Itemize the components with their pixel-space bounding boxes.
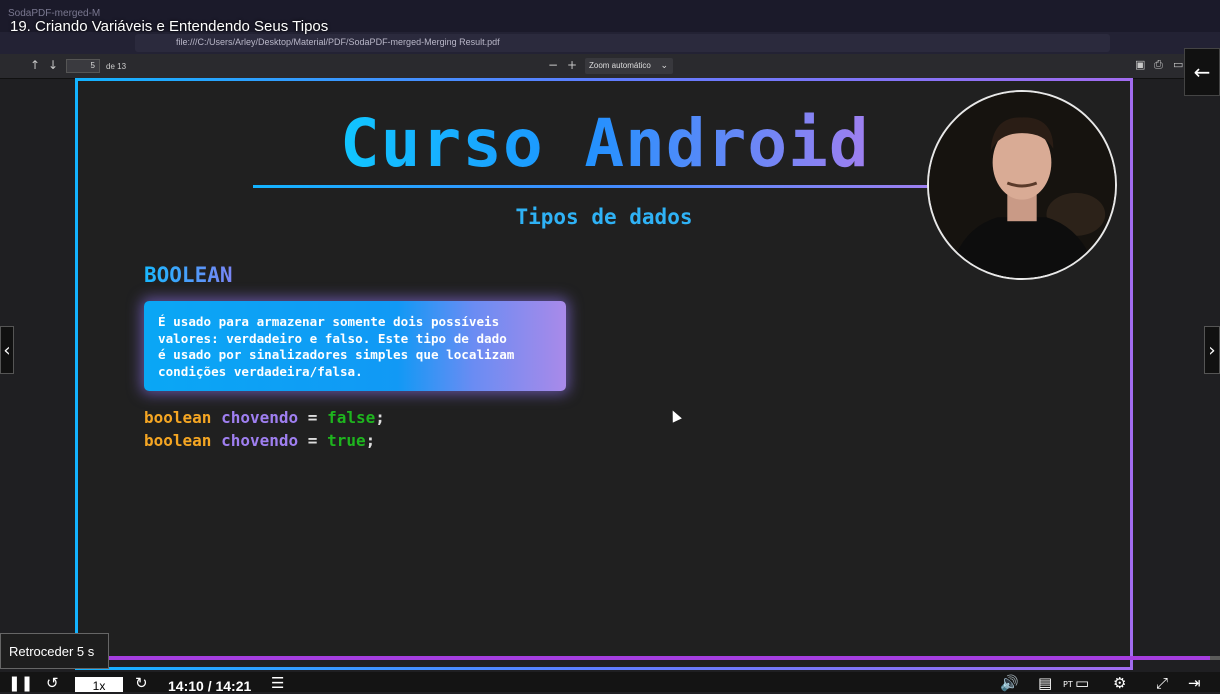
code-terminator: ; (375, 408, 385, 427)
code-value: true (327, 431, 366, 450)
zoom-label: Zoom automático (589, 61, 651, 70)
progress-bar[interactable] (0, 656, 1220, 660)
back-button[interactable]: ← (1184, 48, 1220, 96)
expand-icon[interactable]: ⇥ (1188, 674, 1201, 692)
next-slide-button[interactable]: › (1204, 326, 1220, 374)
page-number-input[interactable]: 5 (66, 59, 100, 73)
arrow-left-icon: ← (1193, 60, 1211, 84)
volume-icon[interactable]: 🔊 (1000, 674, 1019, 692)
rewind-5-icon[interactable]: ↺ (46, 674, 59, 692)
presenter-image (929, 92, 1115, 278)
playlist-icon[interactable]: ☰ (271, 674, 284, 692)
code-line: boolean chovendo = false; (144, 408, 385, 427)
progress-fill (0, 656, 1210, 660)
playback-speed-button[interactable]: 1x (75, 677, 123, 693)
presentation-icon[interactable]: ▣ (1135, 58, 1145, 71)
fullscreen-icon[interactable]: ⤢ (1156, 674, 1168, 692)
subtitles-icon[interactable]: ▭ (1075, 674, 1089, 692)
code-type: boolean (144, 408, 212, 427)
code-variable: chovendo (221, 408, 299, 427)
gear-icon[interactable]: ⚙ (1113, 674, 1126, 692)
video-title: 19. Criando Variáveis e Entendendo Seus … (10, 18, 329, 35)
zoom-in-icon[interactable]: + (567, 58, 577, 72)
section-heading: BOOLEAN (144, 263, 233, 287)
rewind-tooltip: Retroceder 5 s (0, 633, 109, 669)
chevron-right-icon: › (1208, 339, 1216, 361)
callout-text: É usado para armazenar somente dois poss… (158, 314, 515, 379)
code-operator: = (307, 431, 318, 450)
code-line: boolean chovendo = true; (144, 431, 375, 450)
folder-icon[interactable]: ▭ (1173, 58, 1183, 71)
code-terminator: ; (365, 431, 376, 450)
definition-callout: É usado para armazenar somente dois poss… (144, 301, 566, 391)
print-icon[interactable]: ⎙ (1154, 58, 1163, 72)
forward-5-icon[interactable]: ↻ (135, 674, 148, 692)
title-underline (253, 185, 933, 188)
zoom-select[interactable]: Zoom automático ⌄ (585, 58, 673, 74)
code-variable: chovendo (221, 431, 299, 450)
code-value: false (327, 408, 376, 427)
page-count-label: de 13 (106, 62, 127, 71)
url-text: file:///C:/Users/Arley/Desktop/Material/… (176, 37, 500, 47)
page-up-icon[interactable]: ↑ (30, 58, 40, 72)
notes-icon[interactable]: ▤ (1038, 674, 1052, 692)
webcam-overlay (927, 90, 1117, 280)
code-operator: = (307, 408, 318, 427)
chevron-down-icon: ⌄ (660, 60, 668, 70)
page-down-icon[interactable]: ↓ (48, 58, 58, 72)
previous-slide-button[interactable]: ‹ (0, 326, 14, 374)
code-type: boolean (144, 431, 212, 450)
slide-title: Curso Android (340, 105, 870, 182)
chevron-left-icon: ‹ (3, 339, 11, 361)
zoom-out-icon[interactable]: − (548, 58, 558, 72)
pause-icon[interactable]: ❚❚ (8, 674, 33, 692)
subtitle-language[interactable]: PT (1063, 680, 1073, 689)
